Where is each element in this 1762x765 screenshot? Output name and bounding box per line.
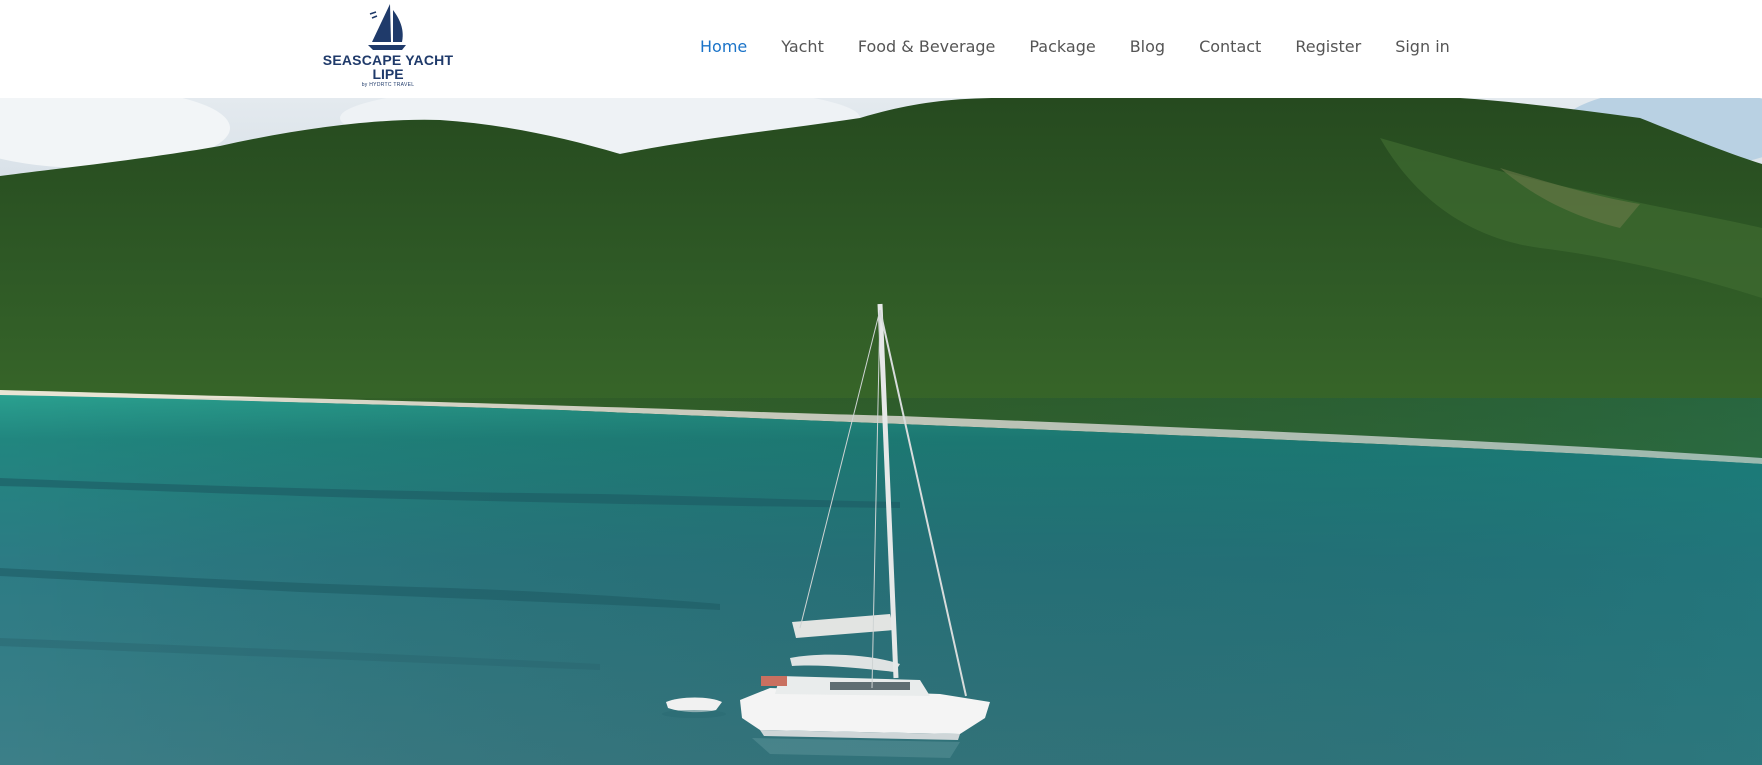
main-nav: Home Yacht Food & Beverage Package Blog … [700, 28, 1450, 64]
site-header: SEASCAPE YACHT LIPE by HYDRTC TRAVEL Hom… [0, 0, 1762, 98]
nav-item-package[interactable]: Package [1029, 37, 1095, 56]
brand-name-line2: LIPE [372, 66, 404, 82]
nav-item-blog[interactable]: Blog [1130, 37, 1165, 56]
nav-item-food-beverage[interactable]: Food & Beverage [858, 37, 996, 56]
sailboat-logo-icon [368, 4, 406, 50]
nav-item-contact[interactable]: Contact [1199, 37, 1261, 56]
brand-logo[interactable]: SEASCAPE YACHT LIPE by HYDRTC TRAVEL [318, 0, 458, 94]
nav-item-sign-in[interactable]: Sign in [1395, 37, 1450, 56]
nav-item-register[interactable]: Register [1295, 37, 1361, 56]
nav-item-yacht[interactable]: Yacht [781, 37, 824, 56]
nav-item-home[interactable]: Home [700, 37, 747, 56]
brand-tagline: by HYDRTC TRAVEL [361, 82, 415, 88]
hero-image [0, 98, 1762, 765]
aerial-catamaran-island-photo [0, 98, 1762, 765]
